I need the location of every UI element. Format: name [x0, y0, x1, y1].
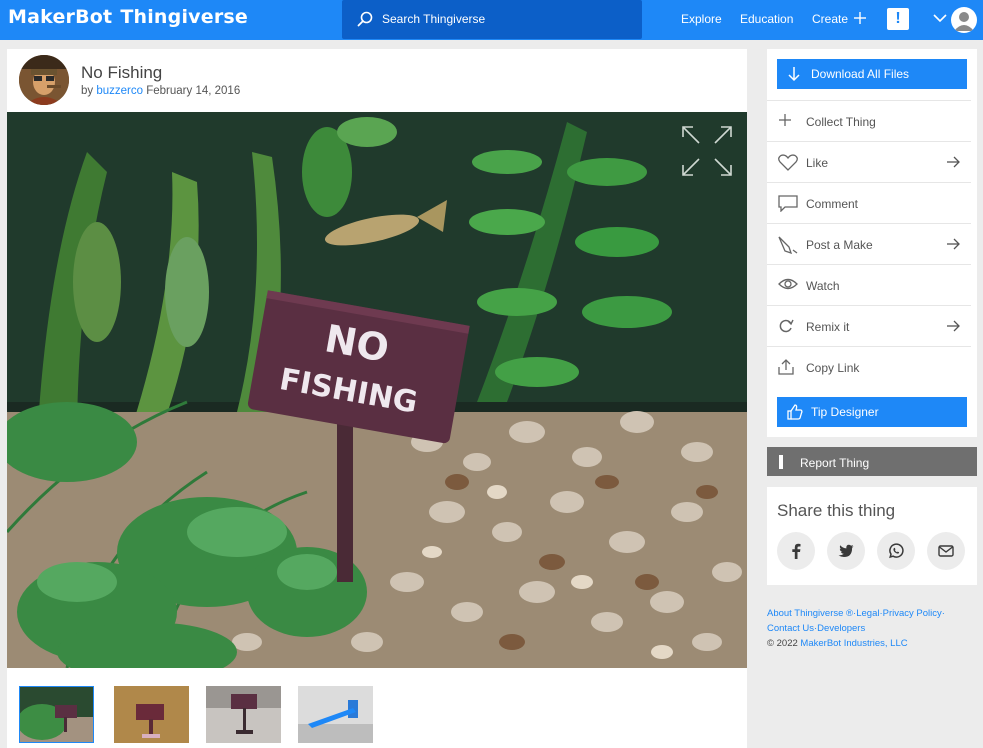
nav-education[interactable]: Education: [740, 12, 793, 26]
remix-button[interactable]: Remix it: [767, 305, 971, 346]
arrow-right-icon: [947, 238, 960, 250]
comment-icon: [778, 195, 798, 212]
author-link[interactable]: buzzerco: [96, 85, 143, 97]
about-link[interactable]: About Thingiverse ®: [767, 608, 853, 619]
thing-actions-panel: Download All Files Collect Thing Like Co…: [767, 49, 977, 437]
developers-link[interactable]: Developers: [817, 623, 865, 634]
author-avatar[interactable]: [19, 55, 69, 105]
footer-line-1: About Thingiverse ®·Legal·Privacy Policy…: [767, 606, 977, 621]
thing-byline: by buzzerco February 14, 2016: [81, 85, 240, 97]
arrow-right-icon: [947, 320, 960, 332]
watch-button[interactable]: Watch: [767, 264, 971, 305]
plus-icon[interactable]: [853, 11, 867, 25]
copy-link-button[interactable]: Copy Link: [767, 346, 971, 387]
footer-line-2: Contact Us·Developers: [767, 621, 977, 636]
download-arrow-icon: [788, 67, 800, 82]
tip-designer-label: Tip Designer: [811, 405, 879, 419]
thumbnail-2[interactable]: [114, 686, 189, 743]
chevron-down-icon[interactable]: [933, 13, 947, 23]
copyright: © 2022 MakerBot Industries, LLC: [767, 636, 977, 651]
report-thing-label: Report Thing: [800, 456, 870, 470]
legal-link[interactable]: Legal: [856, 608, 879, 619]
nav-explore[interactable]: Explore: [681, 12, 722, 26]
tip-designer-button[interactable]: Tip Designer: [777, 397, 967, 427]
nav-create[interactable]: Create: [812, 12, 848, 26]
post-a-make-label: Post a Make: [806, 238, 873, 252]
contact-link[interactable]: Contact Us: [767, 623, 814, 634]
share-title: Share this thing: [777, 501, 896, 520]
user-icon: [954, 12, 974, 31]
eye-icon: [778, 278, 798, 290]
whatsapp-icon: [889, 543, 904, 559]
logo-thingiverse: Thingiverse: [120, 6, 249, 28]
logo-makerbot: MakerBot: [8, 6, 113, 28]
collect-thing-label: Collect Thing: [806, 115, 876, 129]
thing-detail-card: No Fishing by buzzerco February 14, 2016: [7, 49, 747, 748]
separator: ·: [941, 608, 945, 619]
search-icon: [357, 11, 373, 27]
heart-icon: [778, 154, 798, 171]
plus-icon: [779, 114, 791, 126]
by-label: by: [81, 85, 94, 97]
hero-photo: NO FISHING: [7, 112, 747, 668]
author-avatar-image: [19, 55, 69, 105]
download-all-files-label: Download All Files: [811, 67, 910, 81]
like-label: Like: [806, 156, 829, 170]
share-whatsapp-button[interactable]: [877, 532, 915, 570]
thumbs-up-icon: [787, 404, 803, 420]
thing-title: No Fishing: [81, 63, 163, 82]
watch-label: Watch: [806, 279, 840, 293]
facebook-icon: [792, 543, 801, 559]
share-upload-icon: [778, 359, 794, 375]
email-icon: [938, 545, 954, 557]
exclamation-icon: [779, 455, 783, 469]
publish-date: February 14, 2016: [146, 85, 241, 97]
remix-icon: [779, 319, 794, 333]
twitter-icon: [838, 544, 854, 557]
post-a-make-button[interactable]: Post a Make: [767, 223, 971, 264]
makerbot-thingiverse-logo[interactable]: MakerBot Thingiverse: [8, 6, 248, 28]
search-box[interactable]: Search Thingiverse: [342, 0, 642, 39]
report-thing-button[interactable]: Report Thing: [767, 447, 977, 476]
nozzle-icon: [778, 236, 798, 254]
thumbnail-3[interactable]: [206, 686, 281, 743]
collect-thing-button[interactable]: Collect Thing: [767, 100, 971, 141]
download-all-files-button[interactable]: Download All Files: [777, 59, 967, 89]
copy-link-label: Copy Link: [806, 361, 860, 375]
company-link[interactable]: MakerBot Industries, LLC: [800, 638, 907, 649]
copyright-prefix: © 2022: [767, 638, 798, 649]
share-twitter-button[interactable]: [827, 532, 865, 570]
thumbnail-1[interactable]: [19, 686, 94, 743]
share-email-button[interactable]: [927, 532, 965, 570]
arrow-right-icon: [947, 156, 960, 168]
like-button[interactable]: Like: [767, 141, 971, 182]
thumbnail-4[interactable]: [298, 686, 373, 743]
hero-image[interactable]: NO FISHING: [7, 112, 747, 668]
search-input[interactable]: Search Thingiverse: [382, 12, 485, 26]
expand-fullscreen-icon[interactable]: [681, 125, 733, 177]
top-navigation-bar: MakerBot Thingiverse Search Thingiverse E…: [0, 0, 983, 40]
user-avatar-button[interactable]: [951, 7, 977, 33]
share-panel: Share this thing: [767, 487, 977, 585]
privacy-link[interactable]: Privacy Policy: [883, 608, 942, 619]
comment-button[interactable]: Comment: [767, 182, 971, 223]
remix-label: Remix it: [806, 320, 850, 334]
share-facebook-button[interactable]: [777, 532, 815, 570]
footer-links: About Thingiverse ®·Legal·Privacy Policy…: [767, 606, 977, 651]
notifications-button[interactable]: !: [887, 8, 909, 30]
comment-label: Comment: [806, 197, 859, 211]
